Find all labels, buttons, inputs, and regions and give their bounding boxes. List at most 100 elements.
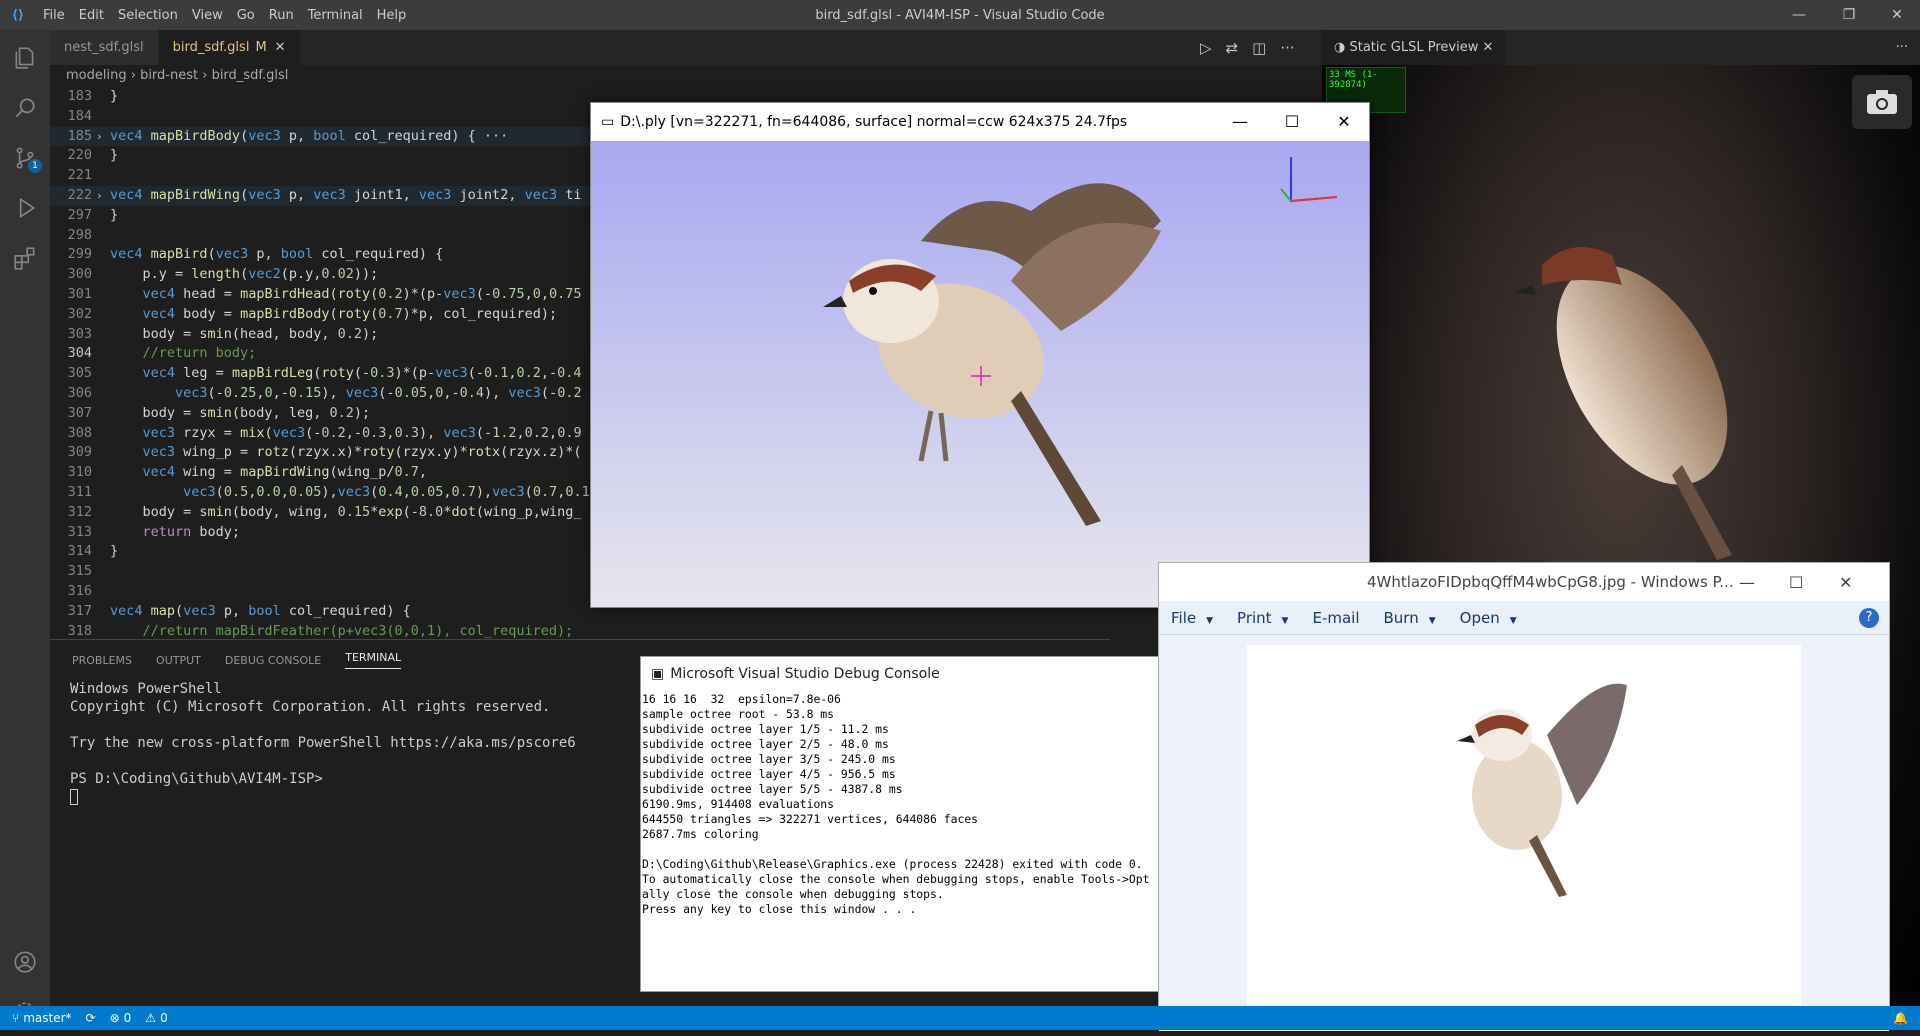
breadcrumb-item[interactable]: bird-nest [140, 68, 198, 83]
code-text: } [110, 88, 119, 104]
tab-static-glsl-preview[interactable]: ◑ Static GLSL Preview ✕ [1322, 30, 1506, 65]
line-number: 316 [67, 582, 92, 599]
line-number: 220 [67, 147, 92, 164]
code-line[interactable]: 318 //return mapBirdFeather(p+vec3(0,0,1… [50, 622, 1322, 639]
maximize-icon[interactable]: ☐ [1269, 103, 1315, 141]
search-icon[interactable] [0, 84, 50, 132]
line-number: 301 [67, 285, 92, 302]
source-control-icon[interactable]: 1 [0, 134, 50, 182]
line-number: 305 [67, 365, 92, 382]
code-text: vec4 leg = mapBirdLeg(roty(-0.3)*(p-vec3… [142, 365, 582, 382]
breadcrumb-item[interactable]: modeling [66, 68, 127, 83]
tab-nest-sdf[interactable]: nest_sdf.glsl [50, 30, 159, 65]
close-icon[interactable]: ✕ [1839, 573, 1852, 592]
tab-problems[interactable]: PROBLEMS [72, 654, 132, 667]
code-text: vec3 rzyx = mix(vec3(-0.2,-0.3,0.3), vec… [142, 424, 582, 441]
code-text: return body; [142, 523, 241, 540]
photo-menu-open[interactable]: Open ▼ [1448, 609, 1529, 627]
menu-terminal[interactable]: Terminal [301, 8, 370, 23]
activity-bar: 1 [0, 30, 50, 1022]
console-line: To automatically close the console when … [642, 872, 1150, 886]
minimize-icon[interactable]: — [1776, 0, 1822, 30]
breadcrumb-item[interactable]: bird_sdf.glsl [212, 68, 289, 83]
code-text: body = smin(body, wing, 0.15*exp(-8.0*do… [110, 503, 582, 520]
photo-menu-file[interactable]: File ▼ [1159, 609, 1225, 627]
editor-tabs: nest_sdf.glsl bird_sdf.glsl M ✕ [50, 30, 1322, 65]
code-text: vec4 body = mapBirdBody(roty(0.7)*p, col… [142, 305, 558, 322]
fold-chevron-icon[interactable]: › [96, 186, 110, 206]
tab-close-icon[interactable]: ✕ [275, 40, 286, 55]
git-branch[interactable]: master* [23, 1011, 71, 1025]
debug-console-window: ▣ Microsoft Visual Studio Debug Console … [640, 656, 1160, 992]
close-icon[interactable]: ✕ [1874, 0, 1920, 30]
line-number: 306 [67, 384, 92, 401]
tab-bird-sdf[interactable]: bird_sdf.glsl M ✕ [158, 30, 301, 65]
tab-close-icon[interactable]: ✕ [1482, 40, 1493, 55]
account-icon[interactable] [0, 938, 50, 986]
close-icon[interactable]: ✕ [1321, 103, 1367, 141]
menu-file[interactable]: File [36, 8, 72, 23]
more-actions-icon[interactable]: ··· [1280, 39, 1294, 57]
bird-render-image [1512, 247, 1732, 560]
camera-icon[interactable] [1852, 75, 1912, 129]
menu-view[interactable]: View [185, 8, 230, 23]
tab-terminal[interactable]: TERMINAL [345, 651, 402, 669]
run-debug-icon[interactable] [0, 184, 50, 232]
sparrow-image [1457, 683, 1627, 897]
explorer-icon[interactable] [0, 34, 50, 82]
extensions-icon[interactable] [0, 234, 50, 282]
maximize-icon[interactable]: ☐ [1789, 573, 1803, 592]
notifications-bell-icon[interactable]: 🔔 [1893, 1011, 1908, 1025]
line-number: 303 [67, 325, 92, 342]
preview-icon: ◑ [1334, 40, 1346, 55]
sync-icon[interactable]: ⟳ [86, 1011, 96, 1025]
menu-go[interactable]: Go [230, 8, 262, 23]
menu-bar: File Edit Selection View Go Run Terminal… [36, 8, 413, 23]
debug-console-output[interactable]: 16 16 16 32 epsilon=7.8e-06 sample octree… [641, 691, 1159, 991]
debug-console-title: Microsoft Visual Studio Debug Console [670, 666, 940, 682]
minimize-icon[interactable]: — [1739, 573, 1755, 592]
menu-help[interactable]: Help [370, 8, 414, 23]
ply-3d-viewport[interactable] [591, 141, 1369, 607]
status-bar: ⑂ master* ⟳ ⊗ 0 ⚠ 0 🔔 [0, 1006, 1920, 1030]
photo-title-bar: 4WhtlazoFIDpbqQffM4wbCpG8.jpg - Windows … [1159, 563, 1889, 601]
scm-badge: 1 [28, 159, 42, 173]
code-text: vec4 head = mapBirdHead(roty(0.2)*(p-vec… [142, 285, 582, 302]
errors-count[interactable]: 0 [124, 1011, 132, 1025]
menu-selection[interactable]: Selection [111, 8, 185, 23]
code-text: } [110, 206, 119, 223]
more-actions-icon[interactable]: ··· [1896, 40, 1920, 55]
photo-view-area [1159, 635, 1889, 1031]
warnings-icon: ⚠ [145, 1011, 157, 1025]
line-number: 300 [67, 266, 92, 283]
line-number: 314 [67, 543, 92, 560]
warnings-count[interactable]: 0 [160, 1011, 168, 1025]
menu-edit[interactable]: Edit [72, 8, 111, 23]
sparrow-photo[interactable] [1247, 645, 1801, 1005]
console-line: subdivide octree layer 2/5 - 48.0 ms [642, 737, 889, 751]
fold-chevron-icon[interactable]: › [96, 127, 110, 147]
menu-run[interactable]: Run [262, 8, 301, 23]
line-number: 299 [67, 246, 92, 263]
minimize-icon[interactable]: — [1217, 103, 1263, 141]
line-number: 302 [67, 305, 92, 322]
photo-menu-burn[interactable]: Burn ▼ [1372, 609, 1448, 627]
console-line: ally close the console when debugging st… [642, 887, 944, 901]
photo-menu-print[interactable]: Print ▼ [1225, 609, 1300, 627]
bird-3d-model [823, 157, 1338, 526]
code-text: vec4 mapBirdBody(vec3 p, bool col_requir… [110, 127, 509, 144]
vscode-logo-icon: ⟨⟩ [12, 7, 24, 23]
photo-menu-email[interactable]: E-mail [1300, 609, 1371, 627]
compare-changes-icon[interactable]: ⇄ [1226, 39, 1239, 57]
split-editor-icon[interactable]: ◫ [1252, 39, 1266, 57]
console-line: 6190.9ms, 914408 evaluations [642, 797, 835, 811]
line-number: 297 [67, 206, 92, 223]
line-number: 221 [67, 167, 92, 184]
tab-debug-console[interactable]: DEBUG CONSOLE [225, 654, 321, 667]
restore-icon[interactable]: ❐ [1826, 0, 1872, 30]
tab-output[interactable]: OUTPUT [156, 654, 201, 667]
line-number: 304 [67, 345, 92, 362]
run-icon[interactable]: ▷ [1200, 39, 1212, 57]
help-icon[interactable]: ? [1859, 607, 1879, 628]
code-text: vec3(-0.25,0,-0.15), vec3(-0.05,0,-0.4),… [175, 384, 582, 401]
